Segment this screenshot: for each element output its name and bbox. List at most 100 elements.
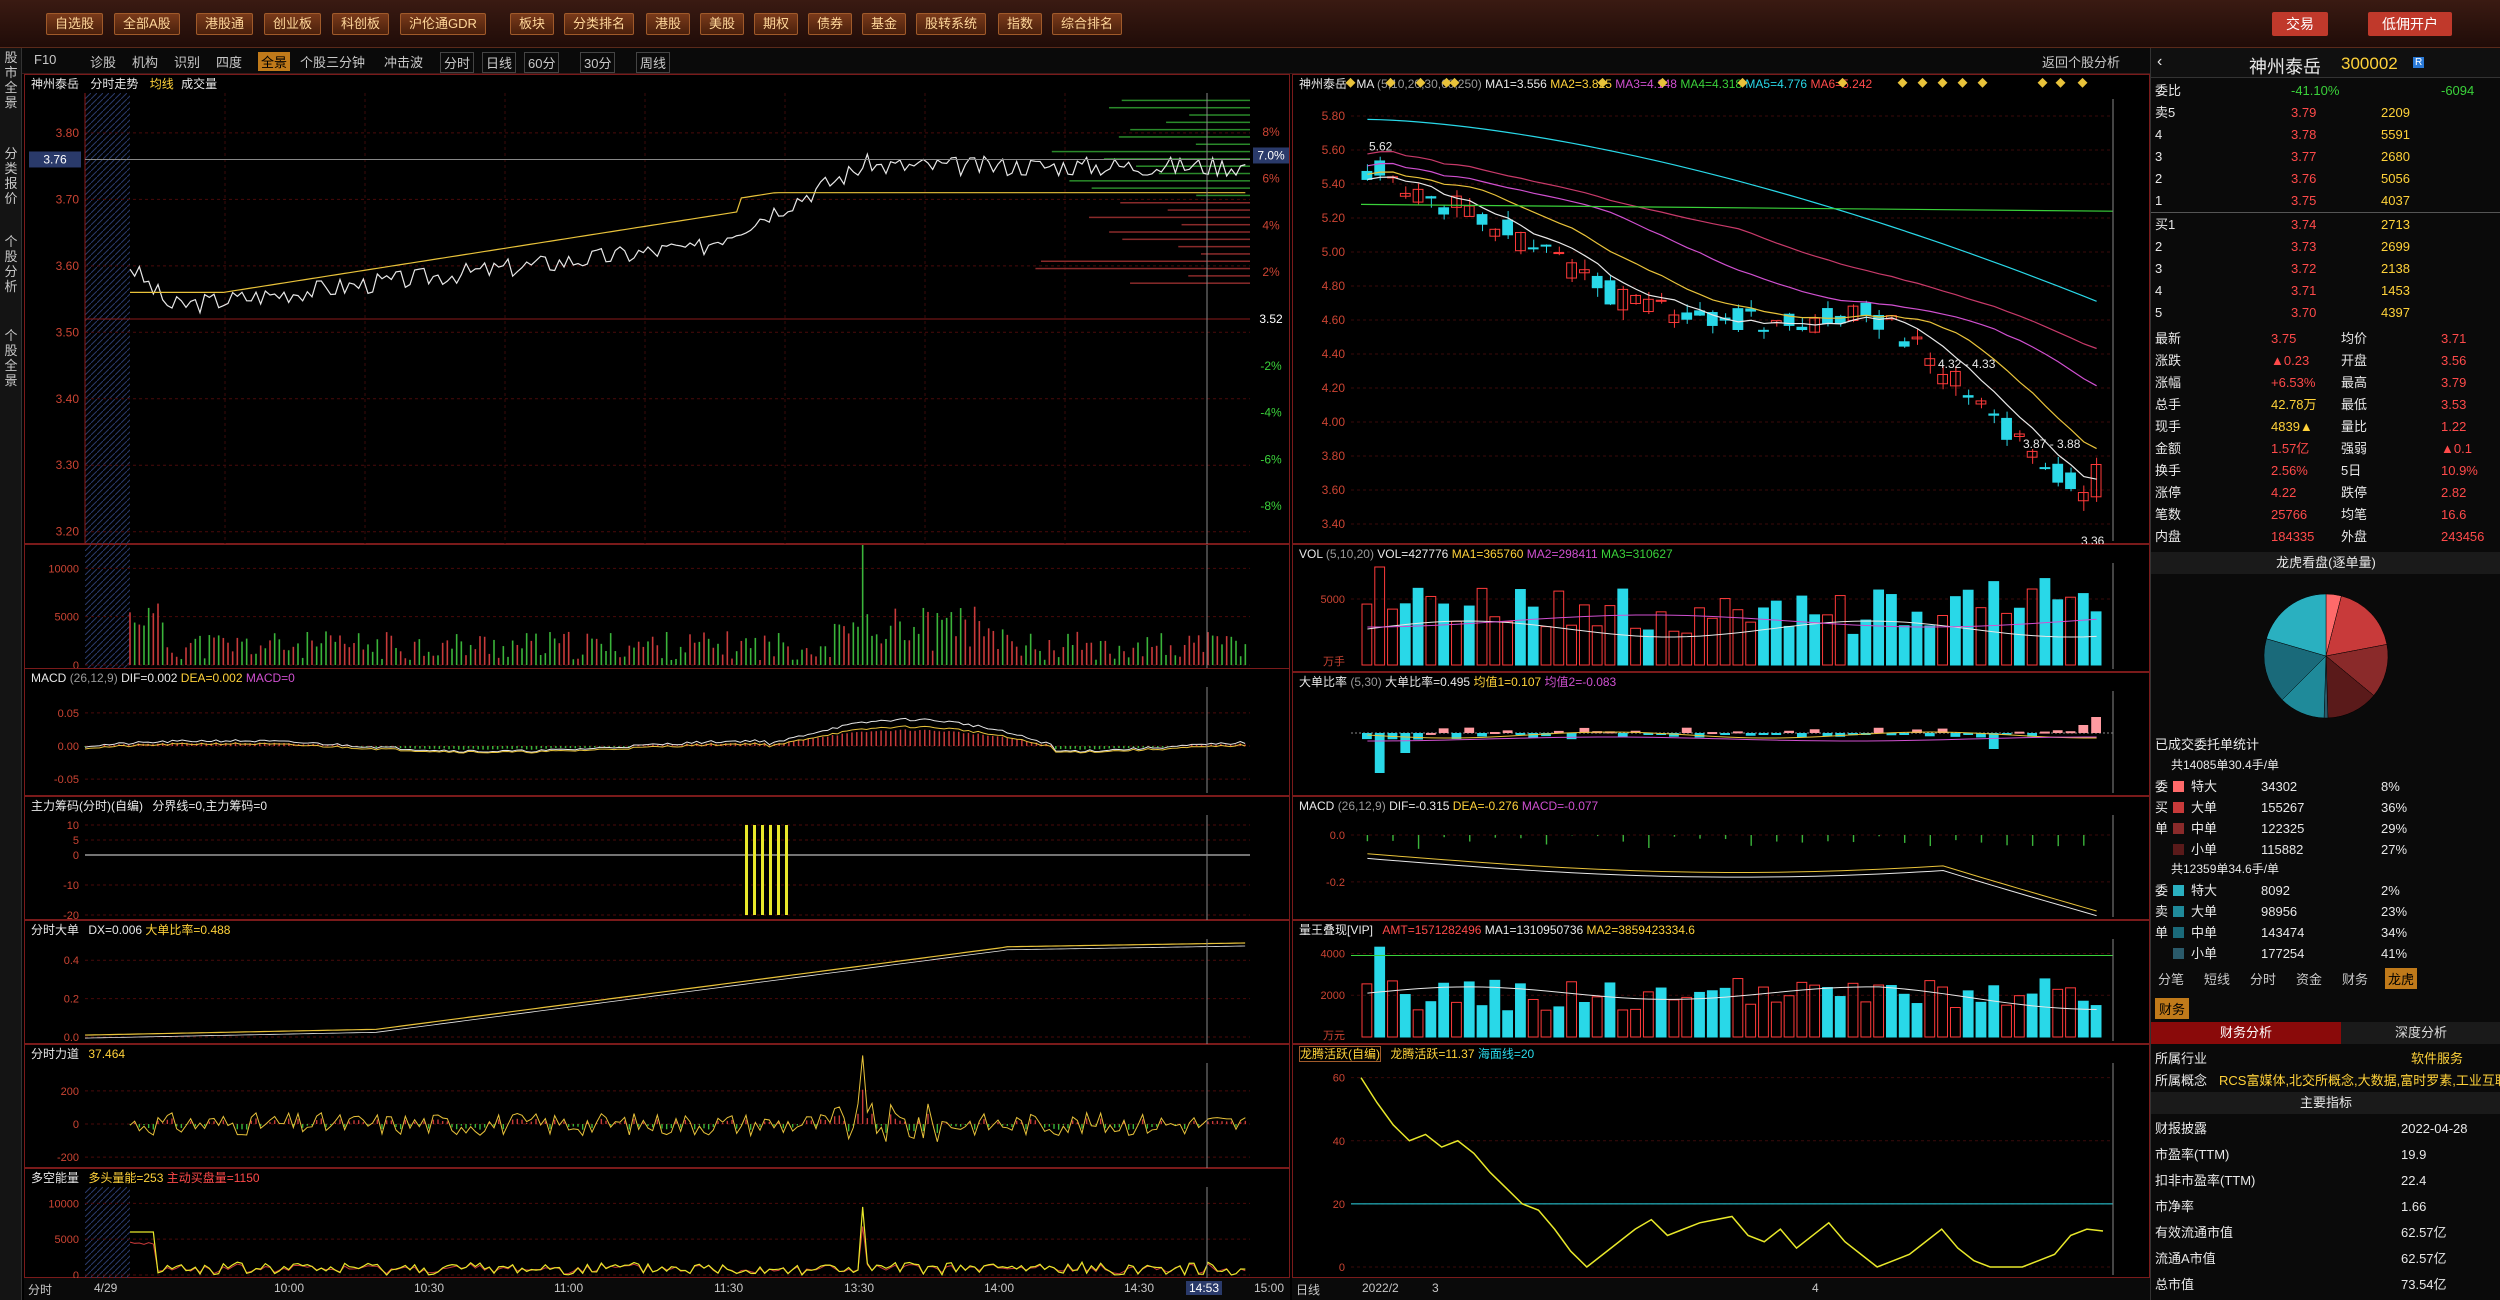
dvol-bar xyxy=(2013,607,2025,666)
weicha-value: -6094 xyxy=(2441,83,2475,98)
daily-price-label: 5.20 xyxy=(1322,211,1346,225)
menu-item-4[interactable]: 科创板 xyxy=(332,13,390,35)
candle-body xyxy=(1540,244,1552,247)
menu-item-13[interactable]: 股转系统 xyxy=(916,13,987,35)
toolbar-item-9[interactable]: 日线 xyxy=(482,52,517,73)
menu-item-5[interactable]: 沪伦通GDR xyxy=(400,13,486,35)
energy-short-line xyxy=(129,1226,1246,1276)
price-axis-label: 3.76 xyxy=(43,152,67,166)
vol-axis-label: 5000 xyxy=(55,612,79,624)
menu-item-10[interactable]: 期权 xyxy=(754,13,799,35)
tab-stock-overview[interactable]: 个股全景 xyxy=(3,328,19,388)
trade-button[interactable]: 交易 xyxy=(2272,12,2328,36)
toolbar-item-5[interactable]: 全景 xyxy=(258,52,291,71)
quote-tab-1[interactable]: 短线 xyxy=(2201,968,2233,989)
daily-macd-chart: 0.0 -0.2 xyxy=(1326,815,2114,917)
signal-diamond xyxy=(1597,77,1608,88)
toolbar-item-12[interactable]: 周线 xyxy=(636,52,671,73)
sell-side-label: 卖 xyxy=(2155,904,2169,919)
quote-tab-2[interactable]: 分时 xyxy=(2247,968,2279,989)
back-to-analysis-link[interactable]: 返回个股分析 xyxy=(2042,52,2120,71)
dqty-bar xyxy=(2077,1000,2089,1038)
toolbar-item-8[interactable]: 分时 xyxy=(440,52,475,73)
time-axis-label[interactable]: 分时 xyxy=(28,1281,52,1298)
sell-k: 特大 xyxy=(2191,883,2218,898)
dqty-bar xyxy=(1489,979,1501,1038)
bid-price: 3.71 xyxy=(2291,283,2317,298)
menu-item-11[interactable]: 债券 xyxy=(808,13,853,35)
dbig-bar xyxy=(1681,727,1692,733)
candle-body xyxy=(1758,329,1769,332)
daily-dragon-chart: 60 40 20 0 xyxy=(1333,1063,2114,1275)
dvol-bar xyxy=(1489,616,1501,666)
dqty-bar xyxy=(1617,1009,1629,1038)
dbig-bar xyxy=(1899,733,1910,735)
dbig-bar xyxy=(1809,729,1820,733)
dbig-bar xyxy=(1413,733,1423,740)
menu-item-6[interactable]: 板块 xyxy=(510,13,555,35)
menu-item-9[interactable]: 美股 xyxy=(700,13,745,35)
tab-stock-analysis[interactable]: 个股分析 xyxy=(3,234,19,294)
open-account-button[interactable]: 低佣开户 xyxy=(2368,12,2452,36)
toolbar-item-6[interactable]: 个股三分钟 xyxy=(300,52,365,71)
menu-item-7[interactable]: 分类排名 xyxy=(564,13,635,35)
back-arrow-icon[interactable]: ‹ xyxy=(2157,53,2162,71)
ask-label: 4 xyxy=(2155,127,2163,142)
dvol-bar xyxy=(1796,595,1808,666)
quote-tab-5[interactable]: 龙虎 xyxy=(2385,968,2418,989)
dvol-bar xyxy=(1834,595,1846,666)
candle-body xyxy=(1988,413,2000,416)
menu-item-12[interactable]: 基金 xyxy=(862,13,907,35)
menu-item-8[interactable]: 港股 xyxy=(646,13,691,35)
ma-line xyxy=(1367,171,2097,450)
price-annotation: 3.87 - 3.88 xyxy=(2023,437,2081,451)
toolbar-item-10[interactable]: 60分 xyxy=(524,52,560,73)
menu-item-2[interactable]: 港股通 xyxy=(196,13,254,35)
stat-row: 内盘 184335 外盘 243456 xyxy=(2151,526,2500,548)
dvol-bar xyxy=(1758,607,1769,666)
stat-row: 最新 3.75 均价 3.71 xyxy=(2151,328,2500,350)
dqty-bar xyxy=(2090,1005,2102,1038)
menu-item-1[interactable]: 全部A股 xyxy=(114,13,180,35)
daily-time-label[interactable]: 日线 xyxy=(1296,1281,1320,1298)
buy-p: 29% xyxy=(2381,821,2408,836)
quote-tab-4[interactable]: 财务 xyxy=(2339,968,2371,989)
deal-stats-title: 已成交委托单统计 xyxy=(2155,737,2260,752)
toolbar-item-4[interactable]: 四度 xyxy=(216,52,242,71)
dqty-bar xyxy=(1412,1009,1424,1038)
dqty-bar xyxy=(1719,987,1731,1038)
dvol-bar xyxy=(1898,625,1910,666)
finance-tab[interactable]: 财务 xyxy=(2155,998,2190,1019)
dvol-bar xyxy=(1668,630,1680,666)
dbig-bar xyxy=(1924,733,1935,737)
toolbar-item-1[interactable]: 诊股 xyxy=(90,52,116,71)
toolbar-item-7[interactable]: 冲击波 xyxy=(384,52,423,71)
toolbar-item-2[interactable]: 机构 xyxy=(132,52,158,71)
price-axis-label: 3.70 xyxy=(56,192,80,206)
stat-value: ▲0.23 xyxy=(2271,353,2310,368)
menu-item-14[interactable]: 指数 xyxy=(998,13,1043,35)
quote-tab-3[interactable]: 资金 xyxy=(2293,968,2325,989)
deep-analysis-tab[interactable]: 深度分析 xyxy=(2341,1022,2500,1044)
dvol-bar xyxy=(1847,633,1859,666)
stat-value: 3.75 xyxy=(2271,331,2297,346)
finance-analysis-tab[interactable]: 财务分析 xyxy=(2151,1022,2341,1044)
stat-key: 最低 xyxy=(2341,397,2368,412)
menu-item-0[interactable]: 自选股 xyxy=(46,13,104,35)
tab-category-quote[interactable]: 分类报价 xyxy=(3,146,19,206)
fin-row: 扣非市盈率(TTM) 22.4 xyxy=(2151,1170,2500,1192)
stat-key: 笔数 xyxy=(2155,507,2182,522)
menu-item-3[interactable]: 创业板 xyxy=(264,13,322,35)
toolbar-item-11[interactable]: 30分 xyxy=(580,52,616,73)
price-axis-label: 3.30 xyxy=(56,458,80,472)
menu-item-15[interactable]: 综合排名 xyxy=(1052,13,1123,35)
tab-market-overview[interactable]: 股市全景 xyxy=(3,50,19,110)
toolbar-item-0[interactable]: F10 xyxy=(34,52,56,67)
dbig-bar xyxy=(2078,725,2089,733)
dvol-bar xyxy=(1860,619,1872,666)
candle-body xyxy=(1732,308,1744,330)
toolbar-item-3[interactable]: 识别 xyxy=(174,52,200,71)
stat-row: 换手 2.56% 5日 10.9% xyxy=(2151,460,2500,482)
candle-body xyxy=(1553,252,1565,255)
quote-tab-0[interactable]: 分笔 xyxy=(2155,968,2187,989)
